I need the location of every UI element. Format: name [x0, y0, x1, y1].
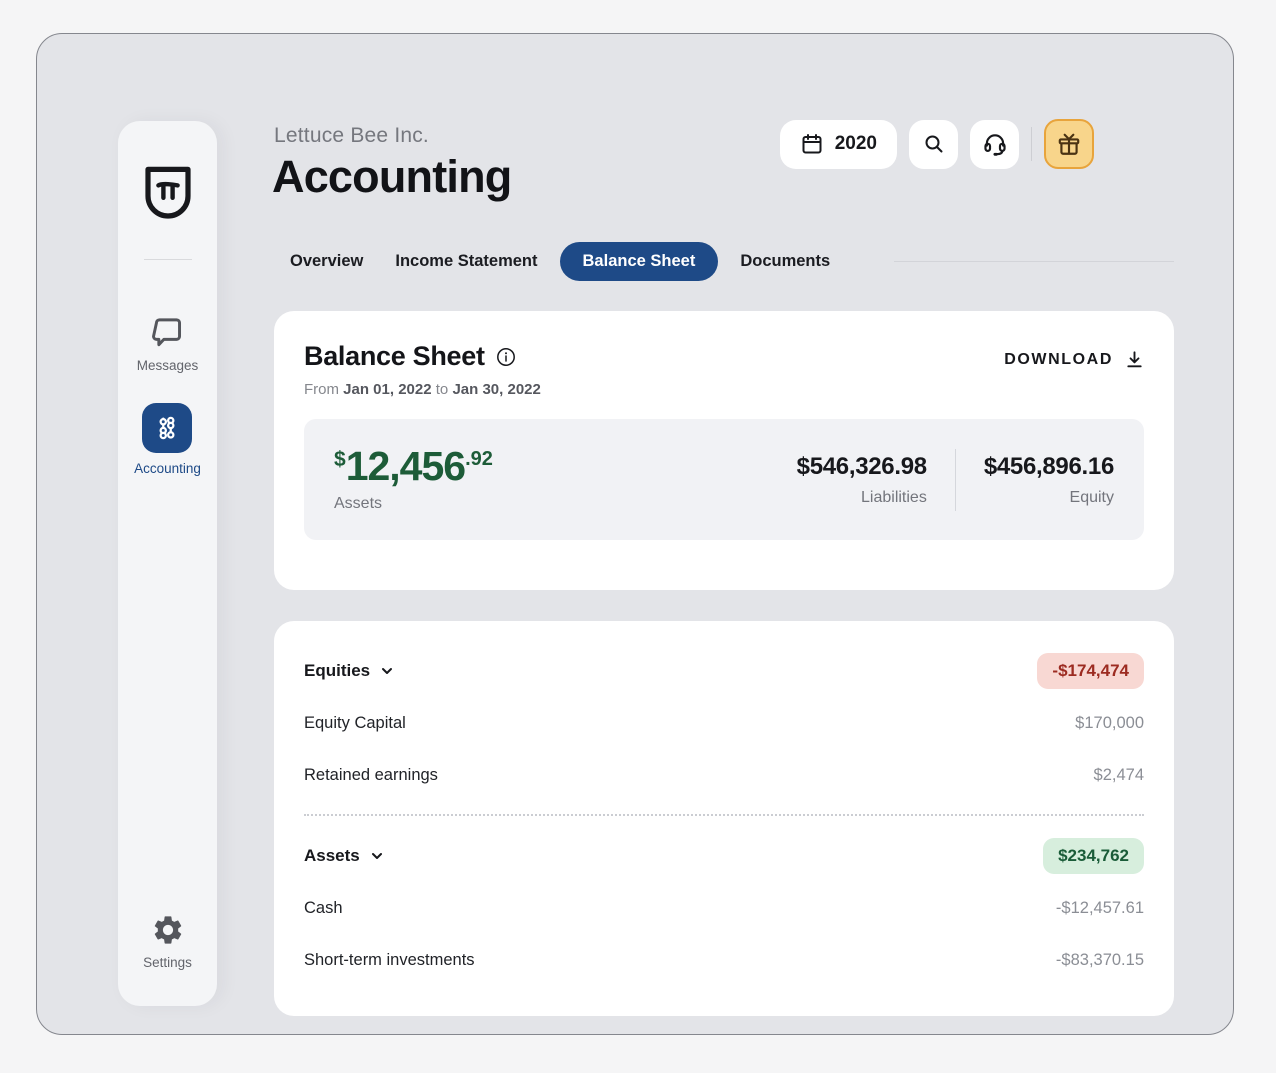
- download-label: DOWNLOAD: [1004, 351, 1113, 369]
- assets-label: Assets: [334, 495, 493, 513]
- tab-documents[interactable]: Documents: [724, 252, 846, 271]
- row-value: -$83,370.15: [1056, 951, 1144, 970]
- sidebar-divider: [144, 259, 192, 260]
- sidebar: Messages Accounting: [118, 121, 217, 1006]
- rewards-button[interactable]: [1044, 119, 1094, 169]
- abacus-icon: [142, 403, 192, 453]
- equity-total: $456,896.16: [984, 453, 1114, 481]
- table-row: Equity Capital $170,000: [304, 697, 1144, 749]
- search-button[interactable]: [909, 120, 958, 169]
- date-to: Jan 30, 2022: [452, 381, 540, 398]
- equities-toggle[interactable]: Equities: [304, 661, 394, 681]
- summary-band: $ 12,456 .92 Assets $546,326.98 Liabilit…: [304, 419, 1144, 540]
- table-row: Retained earnings $2,474: [304, 749, 1144, 801]
- liabilities-label: Liabilities: [797, 489, 927, 507]
- tab-balance-sheet[interactable]: Balance Sheet: [560, 242, 719, 281]
- liabilities-summary: $546,326.98 Liabilities: [797, 453, 927, 507]
- assets-summary: $ 12,456 .92 Assets: [334, 446, 493, 513]
- tab-bar: Overview Income Statement Balance Sheet …: [274, 242, 1174, 281]
- assets-total-badge: $234,762: [1043, 838, 1144, 874]
- year-value: 2020: [835, 133, 877, 155]
- chat-bubble-icon: [150, 316, 186, 350]
- topbar: 2020: [780, 119, 1094, 169]
- section-header-equities: Equities -$174,474: [304, 645, 1144, 697]
- date-conjunction: to: [436, 381, 449, 398]
- equities-total-badge: -$174,474: [1037, 653, 1144, 689]
- screen: Messages Accounting: [0, 0, 1276, 1073]
- year-selector-button[interactable]: 2020: [780, 120, 897, 169]
- row-label: Cash: [304, 899, 343, 918]
- row-label: Short-term investments: [304, 951, 475, 970]
- app-window: Messages Accounting: [36, 33, 1234, 1035]
- section-name: Assets: [304, 846, 360, 866]
- balance-sheet-card: Balance Sheet From Jan 01, 2022 to: [274, 311, 1174, 590]
- gear-icon: [151, 913, 185, 947]
- row-value: $2,474: [1094, 766, 1144, 785]
- row-label: Equity Capital: [304, 714, 406, 733]
- table-row: Cash -$12,457.61: [304, 882, 1144, 934]
- tab-overview[interactable]: Overview: [274, 252, 379, 271]
- date-from: Jan 01, 2022: [343, 381, 431, 398]
- details-card: Equities -$174,474 Equity Capital $170,0…: [274, 621, 1174, 1016]
- assets-currency: $: [334, 448, 346, 472]
- sidebar-item-label: Messages: [137, 358, 199, 373]
- section-name: Equities: [304, 661, 370, 681]
- card-title: Balance Sheet: [304, 341, 485, 372]
- page-title: Accounting: [272, 151, 511, 203]
- headset-icon: [982, 131, 1008, 157]
- row-value: -$12,457.61: [1056, 899, 1144, 918]
- sidebar-item-messages[interactable]: Messages: [137, 316, 199, 373]
- pi-shield-logo-icon: [140, 163, 196, 225]
- topbar-separator: [1031, 127, 1032, 161]
- row-value: $170,000: [1075, 714, 1144, 733]
- chevron-down-icon: [380, 664, 394, 678]
- company-name: Lettuce Bee Inc.: [274, 124, 429, 148]
- sidebar-item-label: Accounting: [134, 461, 201, 476]
- date-prefix: From: [304, 381, 339, 398]
- support-button[interactable]: [970, 120, 1019, 169]
- date-range: From Jan 01, 2022 to Jan 30, 2022: [304, 381, 541, 398]
- equity-label: Equity: [984, 489, 1114, 507]
- assets-cents: .92: [465, 448, 493, 471]
- gift-icon: [1056, 131, 1082, 157]
- table-row: Short-term investments -$83,370.15: [304, 934, 1144, 986]
- tab-income-statement[interactable]: Income Statement: [379, 252, 553, 271]
- section-divider: [304, 814, 1144, 816]
- equity-summary: $456,896.16 Equity: [984, 453, 1114, 507]
- assets-whole: 12,456: [346, 446, 465, 487]
- calendar-icon: [800, 132, 824, 156]
- search-icon: [922, 132, 946, 156]
- tabs-rule: [894, 261, 1174, 262]
- assets-total: $ 12,456 .92: [334, 446, 493, 487]
- download-button[interactable]: DOWNLOAD: [1004, 350, 1144, 369]
- assets-toggle[interactable]: Assets: [304, 846, 384, 866]
- sidebar-item-accounting[interactable]: Accounting: [134, 403, 201, 476]
- sidebar-item-label: Settings: [143, 955, 192, 970]
- liabilities-total: $546,326.98: [797, 453, 927, 481]
- section-header-assets: Assets $234,762: [304, 830, 1144, 882]
- row-label: Retained earnings: [304, 766, 438, 785]
- chevron-down-icon: [370, 849, 384, 863]
- info-icon[interactable]: [496, 347, 516, 367]
- download-icon: [1125, 350, 1144, 369]
- summary-separator: [955, 449, 956, 511]
- sidebar-item-settings[interactable]: Settings: [143, 913, 192, 970]
